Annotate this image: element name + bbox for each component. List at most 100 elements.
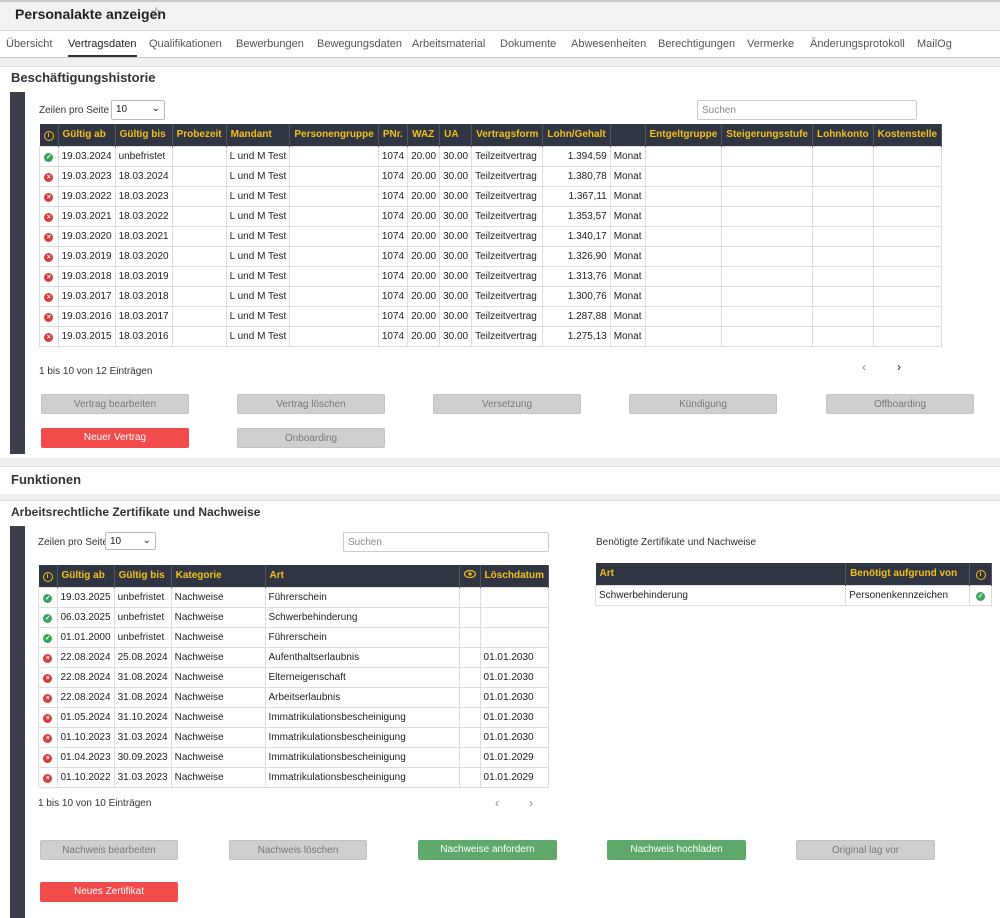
tab-vermerke[interactable]: Vermerke xyxy=(747,38,794,50)
new-cert-button[interactable]: Neues Zertifikat xyxy=(40,882,178,902)
cell-entgeltgruppe xyxy=(644,185,723,207)
next-page-icon[interactable]: › xyxy=(897,360,901,374)
delete-contract-button[interactable]: Vertrag löschen xyxy=(237,394,385,414)
cell-pnr: 1074 xyxy=(377,205,409,227)
tab-vertragsdaten[interactable]: Vertragsdaten xyxy=(68,38,137,57)
cell-gueltig-bis: 18.03.2016 xyxy=(114,325,173,347)
certs-pagination-info: 1 bis 10 von 10 Einträgen xyxy=(38,798,152,809)
terminate-button[interactable]: Kündigung xyxy=(629,394,777,414)
col-steigerungsstufe[interactable]: Steigerungsstufe xyxy=(721,124,813,146)
error-icon: × xyxy=(43,693,53,703)
cell-personengruppe xyxy=(289,185,379,207)
next-page-icon[interactable]: › xyxy=(529,796,533,810)
certs-search-input[interactable]: Suchen xyxy=(343,532,549,552)
col-lohnkonto[interactable]: Lohnkonto xyxy=(812,124,874,146)
table-row[interactable]: Schwerbehinderung Personenkennzeichen ✓ xyxy=(594,584,992,606)
prev-page-icon[interactable]: ‹ xyxy=(862,360,866,374)
prev-page-icon[interactable]: ‹ xyxy=(495,796,499,810)
history-header-row: i Gültig ab Gültig bis Probezeit Mandant… xyxy=(39,124,943,146)
col-kostenstelle[interactable]: Kostenstelle xyxy=(873,124,943,146)
star-icon[interactable]: ☆ xyxy=(150,4,163,21)
cell-gueltig-bis: 18.03.2024 xyxy=(114,165,173,187)
table-row[interactable]: × 19.03.2017 18.03.2018 L und M Test 1074 20.… xyxy=(39,285,943,307)
table-row[interactable]: × 19.03.2018 18.03.2019 L und M Test 1074 20.… xyxy=(39,265,943,287)
table-row[interactable]: × 01.10.2023 31.03.2024 Nachweise Immatrikul… xyxy=(38,726,550,748)
col-waz[interactable]: WAZ xyxy=(407,124,441,146)
cell-gueltig-ab: 19.03.2020 xyxy=(57,225,116,247)
cell-kostenstelle xyxy=(872,285,943,307)
onboarding-button[interactable]: Onboarding xyxy=(237,428,385,448)
cell-vertragsform: Teilzeitvertrag xyxy=(471,305,544,327)
cell-kostenstelle xyxy=(872,205,943,227)
status-cell: × xyxy=(38,666,58,688)
offboarding-button[interactable]: Offboarding xyxy=(826,394,974,414)
new-contract-button[interactable]: Neuer Vertrag xyxy=(41,428,189,448)
col-personengruppe[interactable]: Personengruppe xyxy=(289,124,379,146)
col-mandant[interactable]: Mandant xyxy=(226,124,291,146)
error-icon: × xyxy=(44,232,54,242)
cell-personengruppe xyxy=(289,245,379,267)
col-ua[interactable]: UA xyxy=(439,124,473,146)
tab-berechtigungen[interactable]: Berechtigungen xyxy=(658,38,735,50)
delete-cert-button[interactable]: Nachweis löschen xyxy=(229,840,367,860)
table-row[interactable]: ✓ 19.03.2024 unbefristet L und M Test 1074 20… xyxy=(39,145,943,167)
functions-panel[interactable] xyxy=(0,466,1000,494)
eye-icon[interactable] xyxy=(459,565,481,587)
col-loeschdatum[interactable]: Löschdatum xyxy=(480,565,550,587)
tab-abwesenheiten[interactable]: Abwesenheiten xyxy=(571,38,646,50)
upload-cert-button[interactable]: Nachweis hochladen xyxy=(607,840,746,860)
history-search-input[interactable]: Suchen xyxy=(697,100,917,120)
tab-dokumente[interactable]: Dokumente xyxy=(500,38,556,50)
table-row[interactable]: × 01.04.2023 30.09.2023 Nachweise Immatrikul… xyxy=(38,746,550,768)
table-row[interactable]: × 19.03.2021 18.03.2022 L und M Test 1074 20.… xyxy=(39,205,943,227)
table-row[interactable]: ✓ 01.01.2000 unbefristet Nachweise Führersch… xyxy=(38,626,550,648)
col-gueltig-bis[interactable]: Gültig bis xyxy=(115,124,173,146)
table-row[interactable]: × 22.08.2024 25.08.2024 Nachweise Aufenthalt… xyxy=(38,646,550,668)
original-present-button[interactable]: Original lag vor xyxy=(796,840,935,860)
col-pnr[interactable]: PNr. xyxy=(378,124,409,146)
request-certs-button[interactable]: Nachweise anfordern xyxy=(418,840,557,860)
cell-loeschdatum xyxy=(479,626,550,648)
col-gueltig-bis[interactable]: Gültig bis xyxy=(114,565,172,587)
edit-contract-button[interactable]: Vertrag bearbeiten xyxy=(41,394,189,414)
cell-steigerungsstufe xyxy=(721,205,813,227)
tab-bewegungsdaten[interactable]: Bewegungsdaten xyxy=(317,38,402,50)
col-kategorie[interactable]: Kategorie xyxy=(171,565,266,587)
tab-arbeitsmaterial[interactable]: Arbeitsmaterial xyxy=(412,38,485,50)
table-row[interactable]: × 22.08.2024 31.08.2024 Nachweise Arbeitserl… xyxy=(38,686,550,708)
table-row[interactable]: × 19.03.2015 18.03.2016 L und M Test 1074 20.… xyxy=(39,325,943,347)
col-gueltig-ab[interactable]: Gültig ab xyxy=(57,565,115,587)
tab-mailog[interactable]: MailOg xyxy=(917,38,952,50)
cell-loeschdatum: 01.01.2030 xyxy=(479,726,550,748)
tab-aenderungsprotokoll[interactable]: Änderungsprotokoll xyxy=(810,38,905,50)
col-lohn-gehalt[interactable]: Lohn/Gehalt xyxy=(542,124,611,146)
col-vertragsform[interactable]: Vertragsform xyxy=(471,124,544,146)
table-row[interactable]: × 01.10.2022 31.03.2023 Nachweise Immatrikul… xyxy=(38,766,550,788)
col-gueltig-ab[interactable]: Gültig ab xyxy=(58,124,116,146)
table-row[interactable]: × 19.03.2022 18.03.2023 L und M Test 1074 20.… xyxy=(39,185,943,207)
tab-bewerbungen[interactable]: Bewerbungen xyxy=(236,38,304,50)
tab-uebersicht[interactable]: Übersicht xyxy=(6,38,52,50)
table-row[interactable]: × 01.05.2024 31.10.2024 Nachweise Immatrikul… xyxy=(38,706,550,728)
functions-title[interactable]: Funktionen xyxy=(11,472,81,487)
table-row[interactable]: ✓ 06.03.2025 unbefristet Nachweise Schwerbeh… xyxy=(38,606,550,628)
cell-view xyxy=(458,746,481,768)
col-art[interactable]: Art xyxy=(595,563,847,585)
col-entgeltgruppe[interactable]: Entgeltgruppe xyxy=(645,124,723,146)
edit-cert-button[interactable]: Nachweis bearbeiten xyxy=(40,840,178,860)
cell-mandant: L und M Test xyxy=(225,145,291,167)
table-row[interactable]: × 19.03.2023 18.03.2024 L und M Test 1074 20.… xyxy=(39,165,943,187)
col-probezeit[interactable]: Probezeit xyxy=(172,124,227,146)
table-row[interactable]: × 19.03.2019 18.03.2020 L und M Test 1074 20.… xyxy=(39,245,943,267)
table-row[interactable]: ✓ 19.03.2025 unbefristet Nachweise Führersch… xyxy=(38,586,550,608)
cell-lohnkonto xyxy=(811,265,874,287)
table-row[interactable]: × 22.08.2024 31.08.2024 Nachweise Elterneige… xyxy=(38,666,550,688)
certs-rows-select[interactable]: 10 ⌄ xyxy=(105,532,156,550)
col-art[interactable]: Art xyxy=(265,565,460,587)
table-row[interactable]: × 19.03.2020 18.03.2021 L und M Test 1074 20.… xyxy=(39,225,943,247)
tab-qualifikationen[interactable]: Qualifikationen xyxy=(149,38,222,50)
table-row[interactable]: × 19.03.2016 18.03.2017 L und M Test 1074 20.… xyxy=(39,305,943,327)
col-benoetigt[interactable]: Benötigt aufgrund von xyxy=(845,563,970,585)
history-rows-select[interactable]: 10 ⌄ xyxy=(111,100,165,120)
transfer-button[interactable]: Versetzung xyxy=(433,394,581,414)
